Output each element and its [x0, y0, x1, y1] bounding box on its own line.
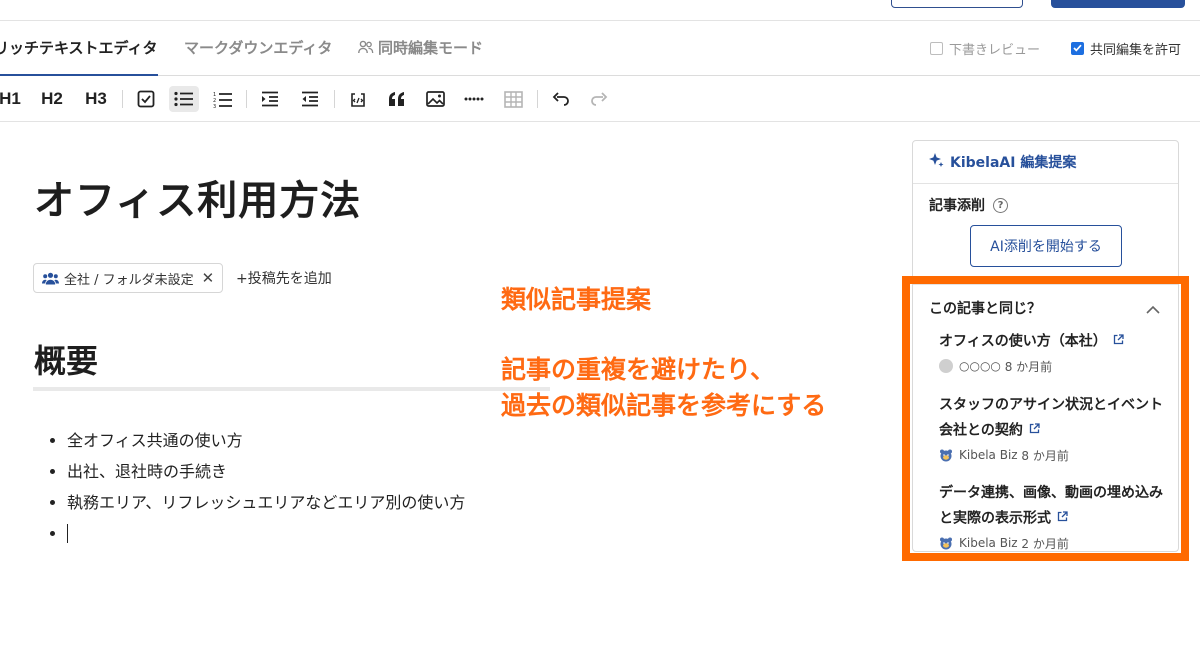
allow-coedit-option[interactable]: 共同編集を許可	[1071, 38, 1181, 58]
editor-tabs: リッチテキストエディタ マークダウンエディタ 同時編集モード 下書きレビュー 共…	[0, 21, 1200, 76]
external-link-icon	[1113, 329, 1124, 354]
external-link-icon	[1057, 506, 1068, 531]
article-author: Kibela Biz	[959, 448, 1018, 462]
list-item[interactable]: 出社、退社時の手続き	[50, 456, 465, 487]
correction-section: 記事添削 ?	[929, 195, 1008, 215]
add-destination-button[interactable]: +投稿先を追加	[236, 268, 332, 288]
allow-coedit-checkbox[interactable]	[1071, 41, 1084, 55]
table-icon[interactable]	[500, 86, 526, 112]
outdent-icon[interactable]	[297, 86, 323, 112]
tab-markdown[interactable]: マークダウンエディタ	[184, 21, 332, 75]
ai-suggestion-panel: KibelaAI 編集提案 記事添削 ? AI添削を開始する この記事と同じ？ …	[912, 140, 1179, 552]
toolbar-divider	[537, 90, 538, 108]
similar-article-title[interactable]: オフィスの使い方（本社）	[939, 334, 1107, 350]
article-time: 8 か月前	[1004, 359, 1053, 374]
bullet-dot	[50, 531, 55, 536]
top-primary-button[interactable]	[1051, 0, 1185, 8]
heading1-button[interactable]: H1	[0, 86, 23, 112]
formatting-toolbar: H1 H2 H3 123	[0, 76, 1200, 122]
draft-review-label: 下書きレビュー	[949, 42, 1041, 58]
toolbar-divider	[334, 90, 335, 108]
quote-icon[interactable]	[384, 86, 410, 112]
document-title[interactable]: オフィス利用方法	[34, 168, 361, 226]
numbered-list-icon[interactable]: 123	[210, 86, 236, 112]
similar-article-item[interactable]: スタッフのアサイン状況とイベント会社との契約 Kibela Biz 8 か月前	[939, 393, 1164, 464]
close-icon[interactable]: ✕	[202, 269, 215, 287]
list-item-empty[interactable]	[50, 518, 465, 549]
annotation-line-2: 過去の類似記事を参考にする	[501, 391, 827, 420]
users-icon	[358, 22, 374, 76]
article-time: 8 か月前	[1021, 448, 1069, 463]
group-icon	[42, 272, 59, 284]
redo-icon[interactable]	[586, 86, 612, 112]
sparkle-icon	[928, 152, 944, 172]
article-time: 2 か月前	[1021, 536, 1069, 551]
list-item[interactable]: 全オフィス共通の使い方	[50, 425, 465, 456]
code-block-icon[interactable]	[345, 86, 371, 112]
section-heading[interactable]: 概要	[34, 336, 98, 382]
bullet-list: 全オフィス共通の使い方 出社、退社時の手続き 執務エリア、リフレッシュエリアなど…	[50, 425, 465, 549]
annotation-line-1: 記事の重複を避けたり、	[501, 355, 776, 384]
checklist-icon[interactable]	[133, 86, 159, 112]
image-icon[interactable]	[422, 86, 448, 112]
top-secondary-button[interactable]	[891, 0, 1023, 8]
avatar	[939, 536, 953, 550]
allow-coedit-label: 共同編集を許可	[1090, 42, 1182, 58]
list-item-text: 全オフィス共通の使い方	[67, 431, 243, 450]
ai-panel-header: KibelaAI 編集提案	[913, 141, 1178, 184]
similar-articles-title: この記事と同じ？	[929, 301, 1041, 317]
bullet-dot	[50, 469, 55, 474]
article-author: Kibela Biz	[959, 536, 1018, 550]
toolbar-divider	[246, 90, 247, 108]
horizontal-rule-icon[interactable]	[461, 86, 487, 112]
help-icon[interactable]: ?	[993, 197, 1008, 213]
destination-chip-label: 全社 / フォルダ未設定	[64, 272, 194, 288]
chevron-up-icon[interactable]	[1146, 299, 1160, 318]
destination-chip[interactable]: 全社 / フォルダ未設定 ✕	[33, 263, 224, 293]
list-item[interactable]: 執務エリア、リフレッシュエリアなどエリア別の使い方	[50, 487, 465, 518]
start-ai-correction-button[interactable]: AI添削を開始する	[970, 225, 1122, 267]
tab-coedit-mode[interactable]: 同時編集モード	[358, 21, 483, 75]
list-item-text: 執務エリア、リフレッシュエリアなどエリア別の使い方	[67, 493, 466, 512]
tab-rich-text[interactable]: リッチテキストエディタ	[0, 21, 158, 76]
external-link-icon	[1029, 418, 1040, 443]
similar-articles-section: この記事と同じ？ オフィスの使い方（本社） ○○○○ 8 か月前 スタッフのアサ…	[913, 284, 1178, 551]
bullet-dot	[50, 500, 55, 505]
list-item-text: 出社、退社時の手続き	[67, 462, 228, 481]
draft-review-checkbox[interactable]	[930, 41, 943, 55]
heading3-button[interactable]: H3	[82, 86, 110, 112]
similar-article-title[interactable]: スタッフのアサイン状況とイベント会社との契約	[939, 397, 1163, 439]
draft-review-option[interactable]: 下書きレビュー	[930, 38, 1040, 58]
similar-article-item[interactable]: データ連携、画像、動画の埋め込みと実際の表示形式 Kibela Biz 2 か月…	[939, 481, 1164, 551]
correction-label: 記事添削	[929, 198, 985, 214]
article-author: ○○○○	[959, 359, 1001, 373]
text-cursor	[67, 524, 68, 543]
avatar	[939, 448, 953, 462]
indent-icon[interactable]	[257, 86, 283, 112]
bullet-list-icon[interactable]	[169, 86, 199, 112]
annotation-title: 類似記事提案	[501, 285, 652, 314]
toolbar-divider	[122, 90, 123, 108]
bullet-dot	[50, 438, 55, 443]
similar-article-title[interactable]: データ連携、画像、動画の埋め込みと実際の表示形式	[939, 485, 1163, 527]
heading2-button[interactable]: H2	[38, 86, 66, 112]
ai-panel-title: KibelaAI 編集提案	[950, 155, 1077, 171]
svg-text:3: 3	[213, 104, 216, 108]
undo-icon[interactable]	[548, 86, 574, 112]
similar-article-item[interactable]: オフィスの使い方（本社） ○○○○ 8 か月前	[939, 329, 1164, 375]
heading-underline	[33, 387, 550, 391]
tab-coedit-label: 同時編集モード	[378, 39, 484, 57]
avatar	[939, 359, 953, 373]
